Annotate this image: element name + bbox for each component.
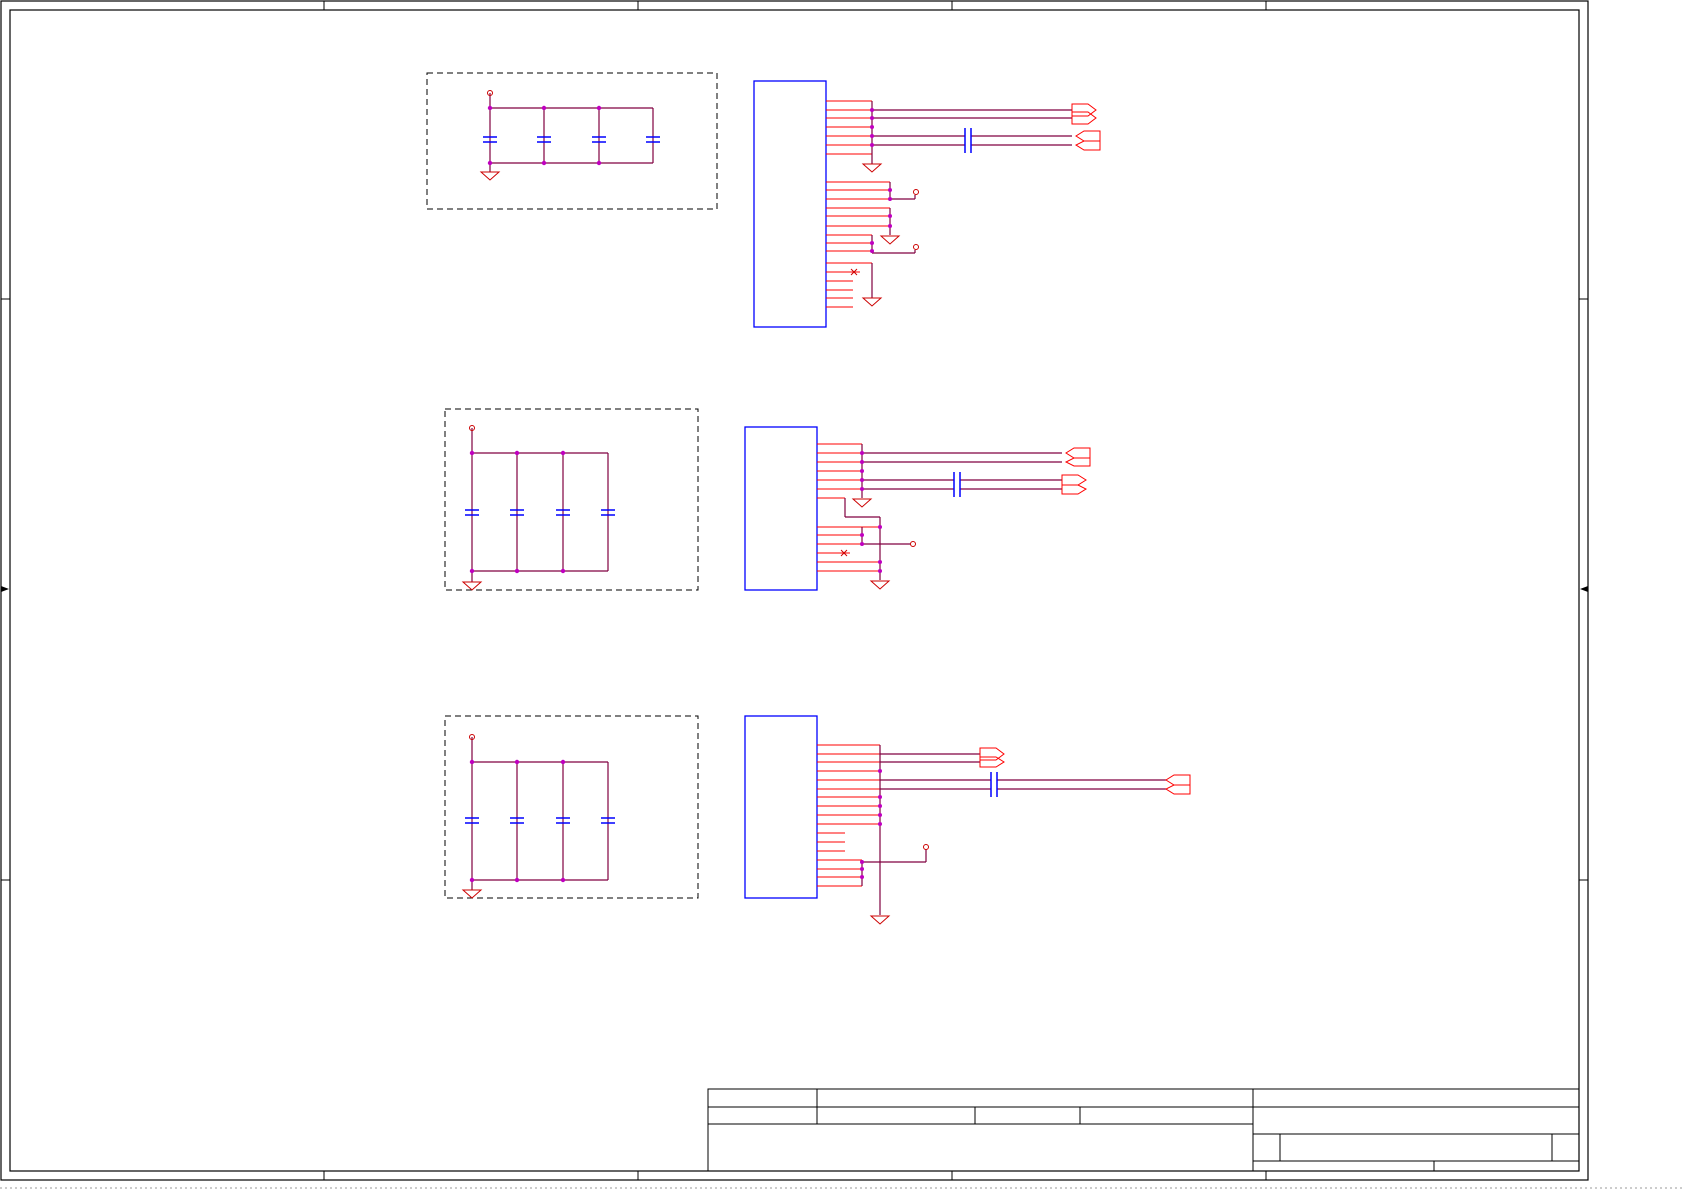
schematic-sheet	[0, 0, 1685, 1191]
paper-background	[0, 0, 1685, 1191]
